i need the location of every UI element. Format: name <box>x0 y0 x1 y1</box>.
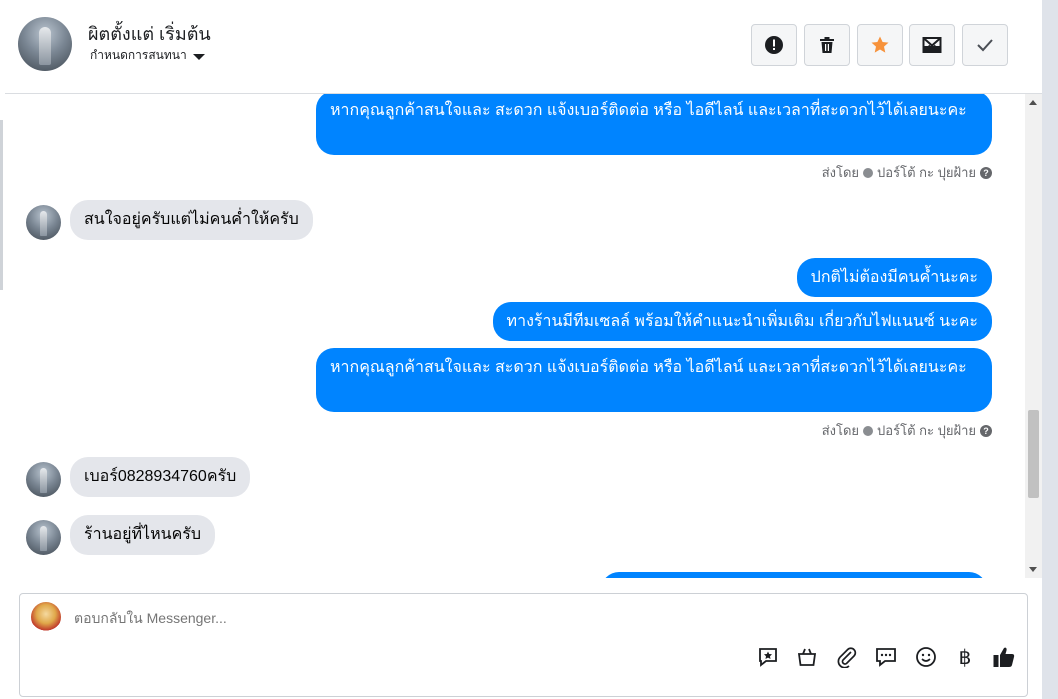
check-icon <box>977 39 993 52</box>
page-avatar <box>31 602 61 632</box>
payment-button[interactable]: ฿ <box>952 644 978 670</box>
saved-reply-icon <box>759 648 777 667</box>
star-button[interactable] <box>857 24 903 66</box>
shop-button[interactable] <box>794 644 820 670</box>
alert-icon <box>765 36 783 54</box>
label-dropdown-text: กำหนดการสนทนา <box>90 48 187 62</box>
attach-button[interactable] <box>834 644 860 670</box>
sent-by-label: ส่งโดย <box>821 165 860 180</box>
outgoing-message: หากคุณลูกค้าสนใจและ สะดวก แจ้งเบอร์ติดต่… <box>316 348 992 412</box>
reply-composer: ฿ <box>19 593 1028 697</box>
sender-name: ปอร์โต้ กะ ปุยฝ้าย <box>877 165 976 180</box>
scroll-down-arrow-icon[interactable] <box>1029 567 1037 572</box>
mark-unread-icon <box>922 37 942 53</box>
scroll-up-arrow-icon[interactable] <box>1029 100 1037 105</box>
conversation-label-dropdown[interactable]: กำหนดการสนทนา <box>90 46 205 65</box>
baht-icon: ฿ <box>958 646 972 669</box>
outgoing-message: ปกติไม่ต้องมีคนค้ำนะคะ <box>796 258 992 297</box>
sender-avatar[interactable] <box>26 520 61 555</box>
verified-icon <box>863 167 874 178</box>
thread-scrollbar[interactable] <box>1025 94 1042 578</box>
chat-bubbles-icon <box>876 648 896 667</box>
emoji-button[interactable] <box>913 644 939 670</box>
sent-by-info: ส่งโดย ปอร์โต้ กะ ปุยฝ้าย ? <box>822 162 992 183</box>
sender-name: ปอร์โต้ กะ ปุยฝ้าย <box>877 423 976 438</box>
reply-input[interactable] <box>74 610 774 626</box>
sent-by-label: ส่งโดย <box>821 423 860 438</box>
mark-unread-button[interactable] <box>909 24 955 66</box>
scroll-thumb[interactable] <box>1028 410 1039 498</box>
contact-avatar[interactable] <box>18 17 72 71</box>
mark-done-button[interactable] <box>962 24 1008 66</box>
quick-replies-button[interactable] <box>873 644 899 670</box>
incoming-message: สนใจอยู่ครับแต่ไม่คนค่ำให้ครับ <box>70 200 313 240</box>
edge-marker <box>0 120 3 290</box>
saved-reply-button[interactable] <box>755 644 781 670</box>
sender-avatar[interactable] <box>26 205 61 240</box>
like-icon <box>993 647 1015 667</box>
sent-by-info: ส่งโดย ปอร์โต้ กะ ปุยฝ้าย ? <box>822 420 992 441</box>
contact-name[interactable]: ผิตตั้งแต่ เริ่มต้น <box>88 19 211 48</box>
attach-icon <box>837 647 857 668</box>
trash-icon <box>820 37 834 53</box>
outgoing-message-partial <box>601 572 987 578</box>
verified-icon <box>863 425 874 436</box>
like-button[interactable] <box>991 644 1017 670</box>
conversation-panel: ผิตตั้งแต่ เริ่มต้น กำหนดการสนทนา หากคุณ… <box>5 0 1042 699</box>
delete-button[interactable] <box>804 24 850 66</box>
sender-avatar[interactable] <box>26 462 61 497</box>
message-thread[interactable]: หากคุณลูกค้าสนใจและ สะดวก แจ้งเบอร์ติดต่… <box>5 94 1042 578</box>
emoji-icon <box>916 647 936 667</box>
help-icon[interactable]: ? <box>980 166 992 179</box>
incoming-message: เบอร์0828934760ครับ <box>70 457 251 497</box>
shop-icon <box>797 648 817 666</box>
outgoing-message: หากคุณลูกค้าสนใจและ สะดวก แจ้งเบอร์ติดต่… <box>316 94 992 155</box>
outgoing-message: ทางร้านมีทีมเซลล์ พร้อมให้คำแนะนำเพิ่มเต… <box>492 302 992 341</box>
help-icon[interactable]: ? <box>980 424 992 437</box>
caret-down-icon <box>192 53 205 60</box>
conversation-header: ผิตตั้งแต่ เริ่มต้น กำหนดการสนทนา <box>5 0 1042 94</box>
mark-spam-button[interactable] <box>751 24 797 66</box>
incoming-message: ร้านอยู่ที่ไหนครับ <box>70 515 216 555</box>
star-icon <box>871 36 889 53</box>
